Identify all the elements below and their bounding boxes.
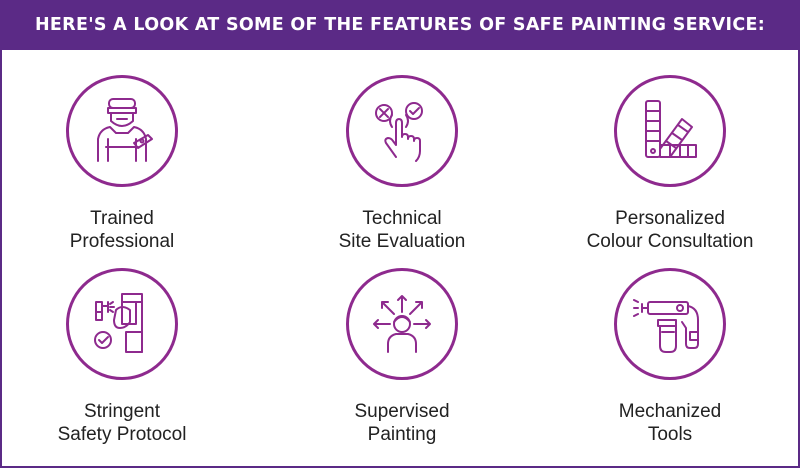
feature-label-line2: Painting [367, 424, 437, 445]
feature-label-line2: Professional [69, 231, 175, 252]
paint-sprayer-icon [614, 268, 726, 380]
safety-protocol-icon [66, 268, 178, 380]
feature-trained-professional: Trained Professional [2, 75, 242, 253]
page-title: HERE'S A LOOK AT SOME OF THE FEATURES OF… [0, 0, 800, 50]
feature-site-evaluation: Technical Site Evaluation [282, 75, 522, 253]
features-panel: Trained Professional Technical Site Eval… [0, 50, 800, 468]
infographic: HERE'S A LOOK AT SOME OF THE FEATURES OF… [0, 0, 800, 468]
feature-label-line1: Stringent [83, 401, 161, 422]
feature-label-line2: Safety Protocol [57, 424, 187, 445]
feature-label-line1: Mechanized [618, 401, 722, 422]
feature-mechanized-tools: Mechanized Tools [550, 268, 790, 446]
feature-label-line1: Supervised [354, 401, 450, 422]
feature-label-line2: Colour Consultation [586, 231, 754, 252]
trained-professional-icon [66, 75, 178, 187]
site-evaluation-icon [346, 75, 458, 187]
feature-supervised-painting: Supervised Painting [282, 268, 522, 446]
colour-swatch-icon [614, 75, 726, 187]
feature-colour-consultation: Personalized Colour Consultation [550, 75, 790, 253]
feature-label-line1: Technical [362, 208, 442, 229]
feature-label-line2: Site Evaluation [338, 231, 466, 252]
feature-label-line1: Personalized [615, 208, 725, 229]
supervised-painting-icon [346, 268, 458, 380]
feature-label-line1: Trained [90, 208, 154, 229]
feature-safety-protocol: Stringent Safety Protocol [2, 268, 242, 446]
feature-label-line2: Tools [647, 424, 693, 445]
